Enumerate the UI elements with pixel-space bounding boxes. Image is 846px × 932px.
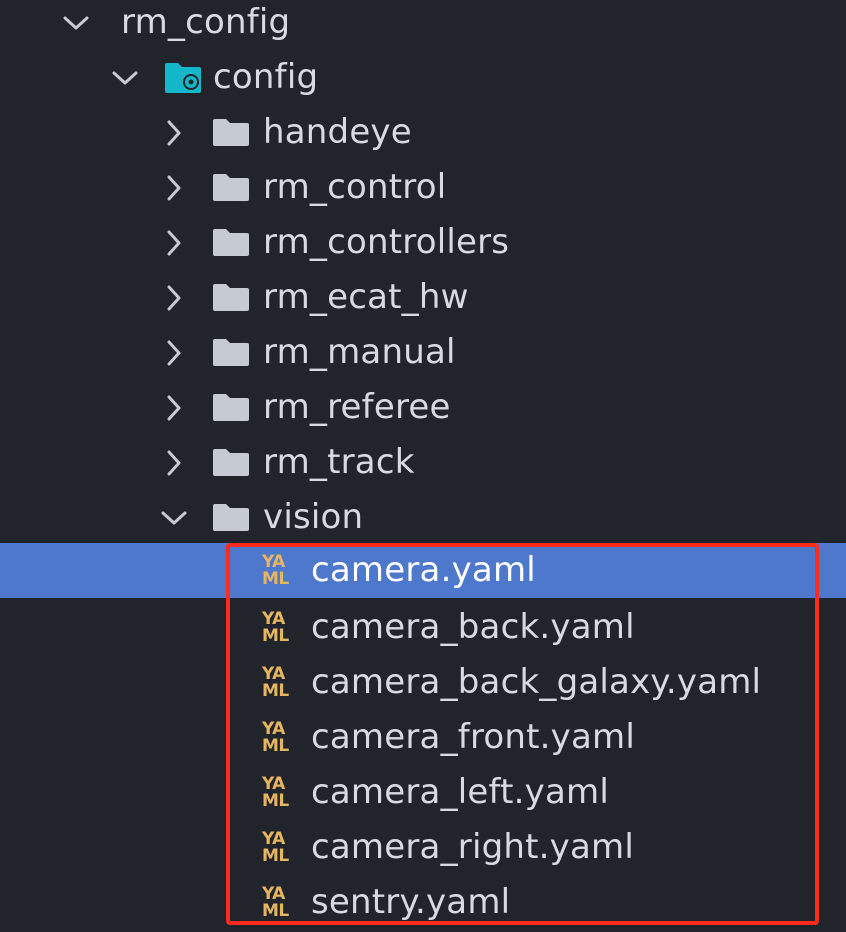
tree-item-file[interactable]: YA ML camera_left.yaml [0, 765, 846, 820]
tree-item-folder[interactable]: rm_ecat_hw [0, 270, 846, 325]
chevron-right-icon[interactable] [160, 174, 188, 202]
yaml-file-icon: YA ML [262, 883, 298, 923]
yaml-icon-bottom: ML [262, 735, 289, 756]
tree-item-folder[interactable]: handeye [0, 105, 846, 160]
tree-item-folder[interactable]: rm_control [0, 160, 846, 215]
tree-item-file[interactable]: YA ML camera_front.yaml [0, 710, 846, 765]
tree-item-file[interactable]: YA ML camera_right.yaml [0, 820, 846, 875]
chevron-right-icon[interactable] [160, 449, 188, 477]
tree-item-label: config [213, 57, 319, 97]
folder-icon [212, 228, 250, 258]
yaml-icon-top: YA [262, 718, 285, 739]
yaml-icon-bottom: ML [262, 845, 289, 866]
chevron-down-icon[interactable] [160, 504, 188, 532]
chevron-down-icon[interactable] [111, 64, 139, 92]
folder-settings-icon [163, 61, 203, 95]
tree-item-label: rm_controllers [263, 222, 510, 262]
tree-item-label: rm_config [121, 2, 291, 42]
tree-item-file[interactable]: YA ML camera_back_galaxy.yaml [0, 655, 846, 710]
tree-item-label: rm_control [263, 167, 447, 207]
yaml-icon-bottom: ML [262, 625, 289, 646]
tree-item-file[interactable]: YA ML camera_back.yaml [0, 600, 846, 655]
folder-icon [212, 393, 250, 423]
yaml-icon-top: YA [262, 608, 285, 629]
chevron-right-icon[interactable] [160, 394, 188, 422]
yaml-file-icon: YA ML [262, 663, 298, 703]
tree-item-label: rm_track [263, 442, 415, 482]
yaml-icon-top: YA [262, 551, 285, 572]
chevron-right-icon[interactable] [160, 284, 188, 312]
yaml-icon-top: YA [262, 828, 285, 849]
folder-icon [212, 503, 250, 533]
yaml-icon-bottom: ML [262, 680, 289, 701]
tree-item-folder[interactable]: rm_controllers [0, 215, 846, 270]
chevron-down-icon[interactable] [62, 9, 90, 37]
folder-icon [212, 283, 250, 313]
tree-item-label: camera_left.yaml [311, 772, 609, 812]
yaml-file-icon: YA ML [262, 828, 298, 868]
yaml-file-icon: YA ML [262, 718, 298, 758]
tree-item-folder[interactable]: rm_manual [0, 325, 846, 380]
file-tree: rm_config config handeye rm_control rm_c… [0, 0, 846, 932]
yaml-icon-bottom: ML [262, 568, 289, 589]
tree-item-config[interactable]: config [0, 50, 846, 105]
tree-item-label: rm_manual [263, 332, 456, 372]
yaml-file-icon: YA ML [262, 773, 298, 813]
folder-icon [212, 118, 250, 148]
tree-item-folder[interactable]: rm_referee [0, 380, 846, 435]
tree-item-label: vision [263, 497, 364, 537]
yaml-icon-bottom: ML [262, 900, 289, 921]
tree-item-folder[interactable]: rm_track [0, 435, 846, 490]
chevron-right-icon[interactable] [160, 229, 188, 257]
folder-icon [212, 173, 250, 203]
yaml-file-icon: YA ML [262, 608, 298, 648]
tree-item-label: camera.yaml [311, 550, 536, 590]
tree-item-folder[interactable]: vision [0, 490, 846, 545]
tree-item-label: camera_back.yaml [311, 607, 635, 647]
tree-item-label: camera_front.yaml [311, 717, 635, 757]
yaml-icon-top: YA [262, 663, 285, 684]
yaml-icon-top: YA [262, 883, 285, 904]
tree-item-label: handeye [263, 112, 412, 152]
tree-item-label: camera_back_galaxy.yaml [311, 662, 762, 702]
yaml-icon-top: YA [262, 773, 285, 794]
tree-item-label: camera_right.yaml [311, 827, 634, 867]
folder-icon [212, 448, 250, 478]
yaml-icon-bottom: ML [262, 790, 289, 811]
tree-item-label: rm_referee [263, 387, 451, 427]
tree-item-label: sentry.yaml [311, 882, 511, 922]
chevron-right-icon[interactable] [160, 339, 188, 367]
yaml-file-icon: YA ML [262, 551, 298, 591]
folder-icon [212, 338, 250, 368]
tree-item-file[interactable]: YA ML camera.yaml [0, 543, 846, 598]
tree-item-label: rm_ecat_hw [263, 277, 469, 317]
tree-item-file[interactable]: YA ML sentry.yaml [0, 875, 846, 930]
tree-item-rm-config[interactable]: rm_config [0, 0, 846, 50]
chevron-right-icon[interactable] [160, 119, 188, 147]
